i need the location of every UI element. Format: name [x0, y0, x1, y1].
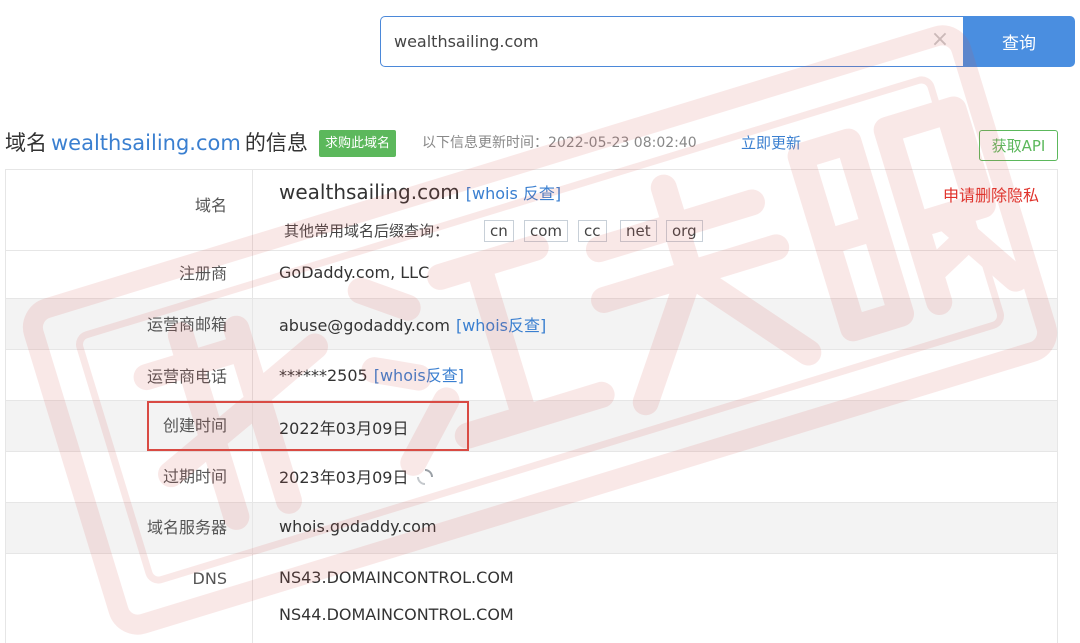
info-header: 域名 wealthsailing.com 的信息 求购此域名 以下信息更新时间：20…	[5, 127, 1065, 161]
row-label: 过期时间	[6, 452, 253, 502]
phone-text: ******2505	[279, 366, 368, 385]
dns-value-1: NS43.DOMAINCONTROL.COM	[279, 568, 514, 587]
table-row-domain: 域名 wealthsailing.com [whois 反查] 申请删除隐私 其他…	[6, 169, 1057, 250]
suffix-query-label: 其他常用域名后缀查询：	[284, 222, 450, 240]
request-delete-privacy-link[interactable]: 申请删除隐私	[943, 182, 1039, 206]
row-label: 域名	[6, 170, 253, 250]
suffix-tag-com[interactable]: com	[524, 220, 569, 242]
phone-value: ******2505 [whois反查]	[279, 362, 464, 386]
refresh-icon[interactable]	[416, 468, 434, 490]
table-row-phone: 运营商电话 ******2505 [whois反查]	[6, 349, 1057, 400]
title-prefix: 域名	[5, 131, 47, 155]
table-row-whois-server: 域名服务器 whois.godaddy.com	[6, 502, 1057, 553]
dns-value-2: NS44.DOMAINCONTROL.COM	[279, 605, 514, 624]
phone-whois-link[interactable]: [whois反查]	[374, 366, 464, 385]
whois-info-table: 域名 wealthsailing.com [whois 反查] 申请删除隐私 其他…	[5, 169, 1058, 643]
whois-server-value: whois.godaddy.com	[279, 517, 437, 536]
suffix-tag-org[interactable]: org	[666, 220, 703, 242]
suffix-tag-cc[interactable]: cc	[578, 220, 607, 242]
table-row-registrar: 注册商 GoDaddy.com, LLC	[6, 250, 1057, 298]
buy-domain-badge[interactable]: 求购此域名	[319, 130, 397, 157]
domain-name-text: wealthsailing.com	[279, 180, 460, 204]
expires-value: 2023年03月09日	[279, 464, 434, 490]
email-whois-link[interactable]: [whois反查]	[456, 316, 546, 335]
table-row-email: 运营商邮箱 abuse@godaddy.com [whois反查]	[6, 298, 1057, 349]
row-label: 注册商	[6, 251, 253, 298]
whois-page: × 查询 域名wealthsailing.com的信息 求购此域名 以下信息更新…	[0, 0, 1080, 643]
page-title: 域名 wealthsailing.com 的信息	[5, 127, 308, 159]
title-suffix: 的信息	[244, 131, 308, 155]
registrar-value: GoDaddy.com, LLC	[279, 263, 430, 282]
domain-value: wealthsailing.com [whois 反查]	[279, 180, 561, 204]
get-api-button[interactable]: 获取API	[979, 130, 1058, 161]
email-value: abuse@godaddy.com [whois反查]	[279, 312, 546, 336]
domain-whois-link[interactable]: [whois 反查]	[466, 184, 561, 203]
clear-icon[interactable]: ×	[928, 28, 952, 52]
search-bar: × 查询	[380, 16, 1075, 67]
update-now-link[interactable]: 立即更新	[741, 127, 801, 159]
expires-text: 2023年03月09日	[279, 468, 409, 487]
title-domain-link[interactable]: wealthsailing.com	[51, 131, 241, 155]
row-label: 运营商邮箱	[6, 299, 253, 349]
search-button[interactable]: 查询	[963, 16, 1075, 67]
created-value: 2022年03月09日	[279, 419, 409, 438]
row-label: 域名服务器	[6, 503, 253, 553]
suffix-tag-cn[interactable]: cn	[484, 220, 514, 242]
update-time-label: 以下信息更新时间：2022-05-23 08:02:40	[422, 135, 697, 151]
domain-search-input[interactable]	[380, 16, 963, 67]
email-text: abuse@godaddy.com	[279, 316, 450, 335]
row-label: DNS	[6, 554, 253, 643]
table-row-created: 创建时间 2022年03月09日	[6, 400, 1057, 451]
row-label: 运营商电话	[6, 350, 253, 400]
suffix-tag-net[interactable]: net	[620, 220, 657, 242]
table-row-dns: DNS NS43.DOMAINCONTROL.COM NS44.DOMAINCO…	[6, 553, 1057, 643]
row-label: 创建时间	[6, 401, 253, 451]
table-row-expires: 过期时间 2023年03月09日	[6, 451, 1057, 502]
